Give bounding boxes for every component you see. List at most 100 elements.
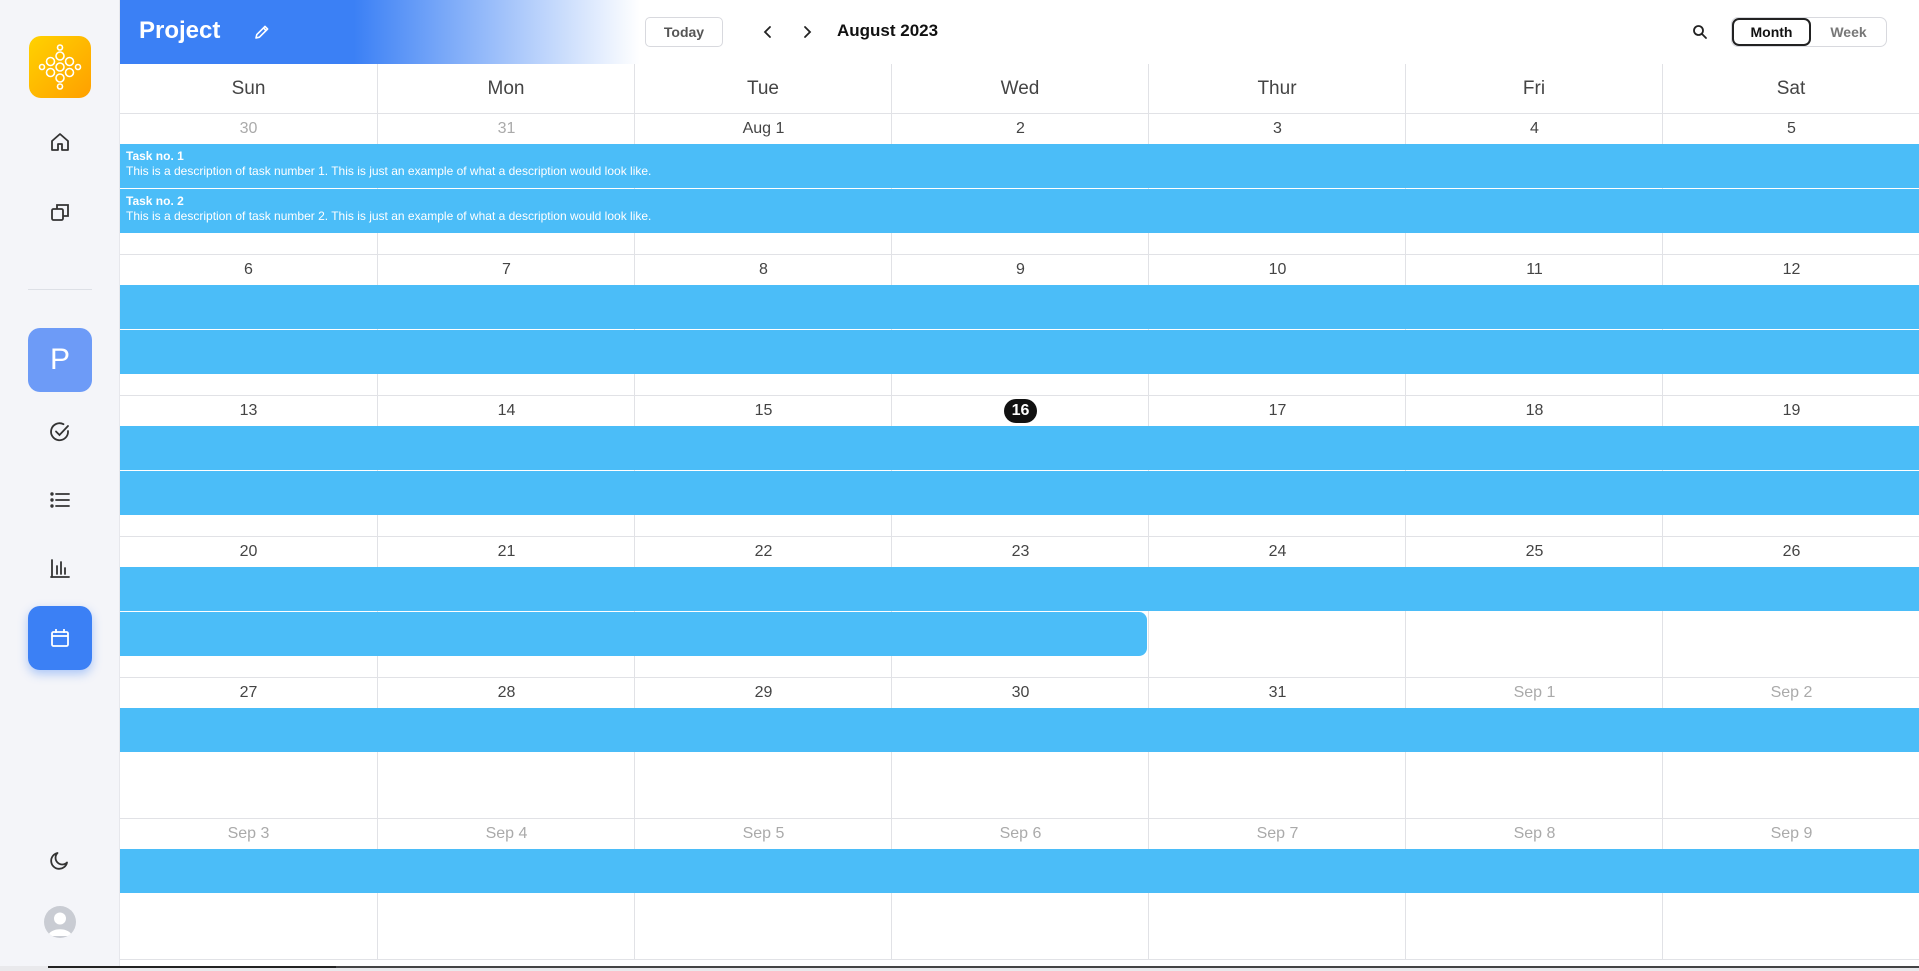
- day-number: 9: [1016, 261, 1025, 278]
- day-number: 23: [1011, 543, 1030, 560]
- scrollbar-track: [336, 966, 1919, 968]
- search-button[interactable]: [1688, 20, 1712, 44]
- today-badge: 16: [1003, 399, 1038, 423]
- next-month-button[interactable]: [795, 20, 819, 44]
- list-icon: [50, 492, 70, 508]
- task-event-bar[interactable]: [120, 612, 1147, 656]
- day-number: 28: [497, 684, 516, 701]
- task-event-bar[interactable]: [120, 285, 1919, 329]
- calendar-icon: [51, 629, 69, 647]
- calendar-month-view: Sun Mon Tue Wed Thur Fri Sat 30 31 Aug 123…: [120, 64, 1919, 960]
- dow-sun: Sun: [231, 78, 266, 99]
- task-event-bar[interactable]: [120, 471, 1919, 515]
- week-row: 13 14 15 16 17 18 19: [120, 396, 1919, 537]
- day-number: Sep 8: [1513, 825, 1556, 842]
- day-number: Sep 6: [999, 825, 1042, 842]
- day-number: Sep 9: [1770, 825, 1813, 842]
- day-number: Sep 2: [1770, 684, 1813, 701]
- check-circle-icon: [50, 422, 69, 442]
- app-logo[interactable]: [29, 36, 91, 98]
- prev-month-button[interactable]: [756, 20, 780, 44]
- day-number: 19: [1782, 402, 1801, 419]
- day-number: Sep 3: [227, 825, 270, 842]
- day-number: 15: [754, 402, 773, 419]
- week-row: 27 28 29 30 31 Sep 1 Sep 2: [120, 678, 1919, 819]
- view-toggle: Month Week: [1731, 17, 1887, 47]
- task-event-bar[interactable]: [120, 708, 1919, 752]
- day-number: 13: [239, 402, 258, 419]
- dow-fri: Fri: [1405, 64, 1662, 114]
- day-number: 25: [1525, 543, 1544, 560]
- project-initial: P: [49, 343, 70, 376]
- task-description: This is a description of task number 1. …: [126, 164, 652, 178]
- task-event-bar[interactable]: [120, 330, 1919, 374]
- home-icon: [51, 133, 69, 151]
- header: Project Today August 2023 Month Week: [120, 0, 1919, 64]
- task-event-bar[interactable]: [120, 567, 1919, 611]
- day-number: 3: [1273, 120, 1282, 137]
- day-number: Sep 7: [1256, 825, 1299, 842]
- day-number: 31: [1268, 684, 1287, 701]
- day-number: 14: [497, 402, 516, 419]
- sidebar-item-reports[interactable]: [28, 536, 92, 600]
- day-number: 11: [1526, 261, 1543, 278]
- view-week-button[interactable]: Week: [1811, 18, 1886, 46]
- honeycomb-icon: [38, 44, 82, 90]
- day-number: 5: [1787, 120, 1796, 137]
- week-row: 30 31 Aug 1 2 3 4 5 Task no. 1 This is a descrip…: [120, 114, 1919, 255]
- current-month-label: August 2023: [837, 21, 939, 40]
- sidebar-item-project[interactable]: P: [28, 328, 92, 392]
- day-number: 21: [497, 543, 516, 560]
- day-number: 29: [754, 684, 773, 701]
- day-number: Aug 1: [742, 120, 785, 137]
- avatar[interactable]: [44, 906, 76, 938]
- bar-chart-icon: [50, 559, 70, 578]
- chevron-left-icon: [763, 26, 771, 38]
- sidebar-divider: [28, 289, 92, 290]
- user-avatar-icon: [48, 912, 72, 936]
- sidebar-item-tasks[interactable]: [28, 400, 92, 464]
- day-number: 4: [1530, 120, 1539, 137]
- week-row: 6 7 8 9 10 11 12: [120, 255, 1919, 396]
- day-number: 8: [759, 261, 768, 278]
- sidebar-item-list[interactable]: [28, 468, 92, 532]
- day-of-week-header: Sun Mon Tue Wed Thur Fri Sat: [120, 64, 1919, 114]
- task-event-bar[interactable]: [120, 849, 1919, 893]
- moon-icon: [50, 852, 68, 870]
- task-event-bar[interactable]: [120, 426, 1919, 470]
- sidebar: P: [0, 0, 120, 971]
- dow-sat: Sat: [1662, 64, 1919, 114]
- dow-wed: Wed: [891, 64, 1148, 114]
- sidebar-item-home[interactable]: [28, 110, 92, 174]
- day-number: 7: [502, 261, 511, 278]
- theme-toggle-button[interactable]: [28, 828, 92, 892]
- day-number: 2: [1016, 120, 1025, 137]
- dow-tue: Tue: [634, 64, 891, 114]
- search-icon: [1693, 25, 1707, 39]
- sidebar-item-calendar[interactable]: [28, 606, 92, 670]
- scrollbar[interactable]: [0, 966, 1919, 971]
- day-number: 30: [239, 120, 258, 137]
- day-number: 26: [1782, 543, 1801, 560]
- day-number: Sep 4: [485, 825, 528, 842]
- sidebar-item-projects[interactable]: [28, 180, 92, 244]
- task-title: Task no. 1: [126, 149, 184, 163]
- day-number: 16: [892, 399, 1149, 423]
- day-number: 20: [239, 543, 258, 560]
- day-number: 22: [754, 543, 773, 560]
- view-month-button[interactable]: Month: [1732, 18, 1811, 46]
- day-number: 30: [1011, 684, 1030, 701]
- pencil-icon[interactable]: [252, 22, 272, 42]
- task-description: This is a description of task number 2. …: [126, 209, 652, 223]
- task-title: Task no. 2: [126, 194, 184, 208]
- day-number: 6: [244, 261, 253, 278]
- day-number: 24: [1268, 543, 1287, 560]
- day-number: 12: [1782, 261, 1801, 278]
- scrollbar-thumb[interactable]: [48, 966, 336, 968]
- task-event-bar[interactable]: Task no. 2 This is a description of task …: [120, 189, 1919, 233]
- day-number: 17: [1268, 402, 1287, 419]
- day-number: 31: [497, 120, 516, 137]
- task-event-bar[interactable]: Task no. 1 This is a description of task …: [120, 144, 1919, 188]
- day-number: 10: [1268, 261, 1287, 278]
- today-button[interactable]: Today: [645, 17, 723, 47]
